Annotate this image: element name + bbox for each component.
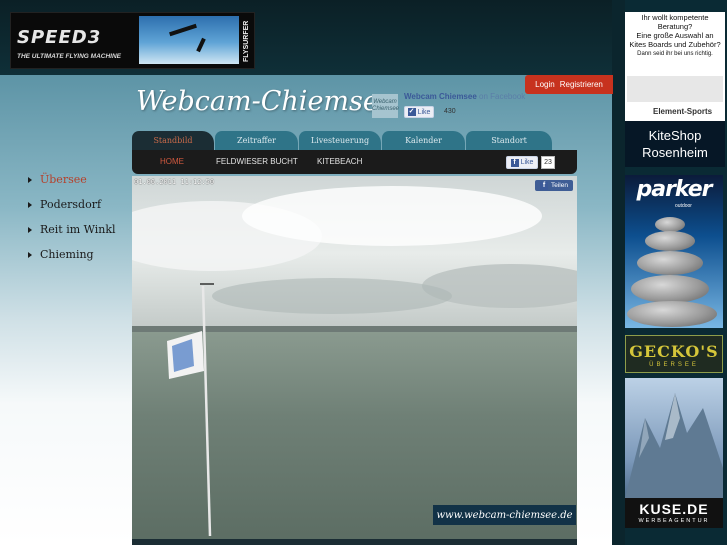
arrow-right-icon	[28, 201, 32, 208]
ad-parker-outdoor[interactable]: parker outdoor	[625, 175, 723, 328]
stone-image	[655, 217, 685, 232]
ad-kuse-werbeagentur[interactable]: KUSE.DE WERBEAGENTUR	[625, 378, 723, 528]
location-sidebar: Übersee Podersdorf Reit im Winkl Chiemin…	[28, 167, 116, 267]
webcam-watermark: www.webcam-chiemsee.de	[433, 505, 576, 525]
ad1-small-text: Dann seid ihr bei uns richtig.	[637, 51, 713, 57]
facebook-icon: f	[540, 181, 548, 190]
facebook-icon: f	[510, 158, 519, 167]
banner-side-logo: FLYSURFER	[243, 20, 250, 62]
ad1-line: Ihr wollt kompetente Beratung?	[641, 13, 709, 31]
subnav-like-button[interactable]: f Like	[506, 156, 538, 169]
webcam-scene	[132, 176, 577, 542]
main-tabs: Standbild Zeitraffer Livesteuerung Kalen…	[132, 131, 577, 150]
geckos-logo: GECKO'S	[629, 342, 719, 361]
cloud	[212, 278, 452, 314]
ad1-shop-line1: KiteShop	[648, 128, 702, 143]
webcam-image[interactable]: 01.06.2011 11:12:50 f Teilen www.webcam-…	[132, 176, 577, 542]
webcam-frame-bottom	[132, 539, 577, 545]
element-sports-logo	[627, 76, 723, 102]
fb-page-thumbnail[interactable]: Webcam Chiemsee	[372, 94, 399, 118]
horizon-shore	[132, 326, 577, 332]
ad1-logo-text: Element-Sports	[653, 107, 713, 116]
stone-image	[631, 275, 709, 303]
thumbs-up-icon: ✓	[407, 108, 416, 116]
share-label: Teilen	[551, 182, 568, 189]
sidebar-item-label: Podersdorf	[40, 198, 102, 211]
banner-kite-photo	[139, 16, 239, 64]
subnav-feldwieser-bucht[interactable]: FELDWIESER BUCHT	[216, 157, 298, 166]
subnav-home[interactable]: HOME	[160, 157, 184, 166]
rider-shape	[196, 37, 206, 53]
stone-image	[645, 231, 695, 251]
speed3-banner-ad[interactable]: SPEED3 THE ULTIMATE FLYING MACHINE FLYSU…	[10, 12, 255, 69]
site-title[interactable]: Webcam-Chiemsee	[136, 86, 395, 117]
ad-kiteshop-rosenheim[interactable]: Ihr wollt kompetente Beratung? Eine groß…	[625, 12, 725, 167]
cloud	[242, 186, 542, 246]
arrow-right-icon	[28, 226, 32, 233]
fb-page-name[interactable]: Webcam Chiemsee on Facebook	[404, 92, 525, 101]
sidebar-item-uebersee[interactable]: Übersee	[28, 167, 116, 192]
fb-page-title[interactable]: Webcam Chiemsee	[404, 92, 477, 101]
sidebar-item-label: Reit im Winkl	[40, 223, 116, 236]
fb-like-button[interactable]: ✓ Like	[404, 106, 434, 118]
subnav-kitebeach[interactable]: KITEBEACH	[317, 157, 362, 166]
parker-logo: parker	[636, 177, 712, 202]
sidebar-item-label: Übersee	[40, 173, 87, 186]
kuse-logo: KUSE.DE	[639, 501, 709, 517]
kuse-sub: WERBEAGENTUR	[638, 518, 710, 524]
right-divider-strip	[612, 0, 625, 545]
subnav-like-count: 23	[541, 156, 555, 169]
stone-image	[637, 251, 703, 275]
webcam-timestamp: 01.06.2011 11:12:50	[134, 178, 215, 186]
tab-standort[interactable]: Standort	[466, 131, 552, 150]
ad-geckos-uebersee[interactable]: GECKO'S ÜBERSEE	[625, 335, 723, 373]
share-button[interactable]: f Teilen	[535, 180, 573, 191]
sidebar-item-chieming[interactable]: Chieming	[28, 242, 116, 267]
ad1-shop-line2: Rosenheim	[642, 145, 708, 160]
parker-sub: outdoor	[675, 203, 692, 209]
stone-image	[627, 301, 717, 327]
login-bar: Login Registrieren	[525, 75, 613, 94]
fb-like-count: 430	[444, 108, 456, 115]
login-link[interactable]: Login	[535, 80, 555, 89]
ad1-headline: Ihr wollt kompetente Beratung? Eine groß…	[626, 13, 724, 49]
tab-standbild[interactable]: Standbild	[132, 131, 214, 150]
tab-zeitraffer[interactable]: Zeitraffer	[215, 131, 298, 150]
ad1-shop-name: KiteShop Rosenheim	[625, 121, 725, 167]
kite-shape	[169, 23, 197, 37]
facebook-like-box: Webcam Chiemsee Webcam Chiemsee on Faceb…	[372, 92, 532, 122]
subnav-like-label: Like	[520, 159, 534, 166]
tab-kalender[interactable]: Kalender	[382, 131, 465, 150]
mountain-image	[625, 393, 723, 498]
arrow-right-icon	[28, 176, 32, 183]
ad1-line: Kites Boards und Zubehör?	[629, 40, 721, 49]
geckos-sub: ÜBERSEE	[649, 362, 699, 368]
fb-like-label: Like	[417, 108, 431, 116]
register-link[interactable]: Registrieren	[560, 80, 603, 89]
fb-on-facebook: on Facebook	[479, 92, 526, 101]
tab-livesteuerung[interactable]: Livesteuerung	[299, 131, 381, 150]
sidebar-item-podersdorf[interactable]: Podersdorf	[28, 192, 116, 217]
sidebar-item-label: Chieming	[40, 248, 94, 261]
banner-tagline: THE ULTIMATE FLYING MACHINE	[17, 53, 121, 60]
sub-navigation: HOME FELDWIESER BUCHT KITEBEACH f Like 2…	[132, 150, 577, 174]
sidebar-item-reit-im-winkl[interactable]: Reit im Winkl	[28, 217, 116, 242]
banner-brand: SPEED3	[17, 27, 102, 48]
ad1-line: Eine große Auswahl an	[636, 31, 714, 40]
arrow-right-icon	[28, 251, 32, 258]
